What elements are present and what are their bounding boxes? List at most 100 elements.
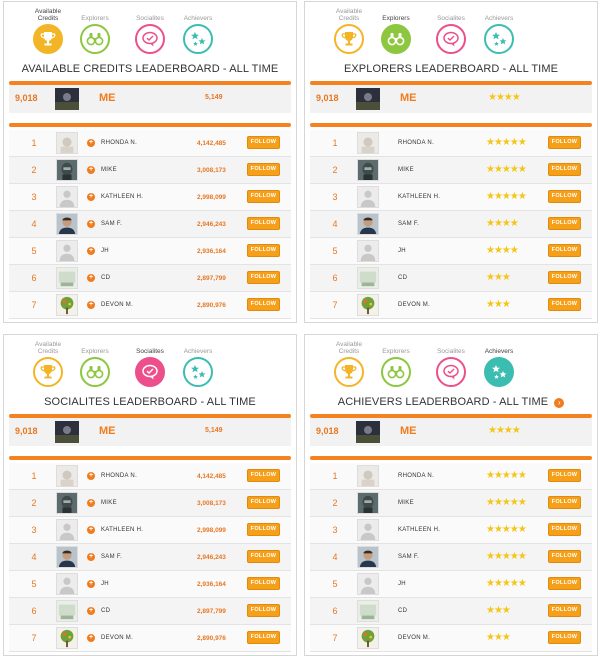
avatar[interactable] — [357, 240, 379, 262]
user-name[interactable]: SAM F. — [398, 221, 419, 227]
avatar[interactable] — [56, 213, 78, 235]
user-name[interactable]: SAM F. — [101, 221, 122, 227]
user-name[interactable]: CD — [398, 275, 407, 281]
user-name[interactable]: KATHLEEN H. — [101, 527, 143, 533]
follow-button[interactable]: FOLLOW — [247, 136, 280, 149]
avatar[interactable] — [56, 465, 78, 487]
add-friend-icon[interactable]: + — [87, 220, 95, 228]
avatar[interactable] — [56, 573, 78, 595]
avatar[interactable] — [56, 267, 78, 289]
follow-button[interactable]: FOLLOW — [548, 163, 581, 176]
tab-trophy[interactable]: Available Credits — [26, 339, 70, 391]
avatar[interactable] — [56, 159, 78, 181]
add-friend-icon[interactable]: + — [87, 607, 95, 615]
user-name[interactable]: RHONDA N. — [101, 140, 137, 146]
avatar[interactable] — [357, 132, 379, 154]
user-name[interactable]: DEVON M. — [398, 302, 430, 308]
avatar[interactable] — [56, 627, 78, 649]
avatar[interactable] — [357, 186, 379, 208]
add-friend-icon[interactable]: + — [87, 472, 95, 480]
tab-speech-bubble[interactable]: Socialites — [128, 6, 172, 58]
tab-stars[interactable]: Achievers — [176, 339, 220, 391]
add-friend-icon[interactable]: + — [87, 247, 95, 255]
user-name[interactable]: KATHLEEN H. — [398, 527, 440, 533]
add-friend-icon[interactable]: + — [87, 193, 95, 201]
user-name[interactable]: MIKE — [398, 167, 414, 173]
user-name[interactable]: SAM F. — [398, 554, 419, 560]
follow-button[interactable]: FOLLOW — [548, 577, 581, 590]
user-name[interactable]: MIKE — [101, 500, 117, 506]
user-name[interactable]: JH — [398, 248, 406, 254]
follow-button[interactable]: FOLLOW — [247, 190, 280, 203]
user-name[interactable]: KATHLEEN H. — [398, 194, 440, 200]
avatar[interactable] — [357, 573, 379, 595]
user-name[interactable]: DEVON M. — [101, 302, 133, 308]
follow-button[interactable]: FOLLOW — [548, 631, 581, 644]
tab-binoculars[interactable]: Explorers — [73, 6, 117, 58]
tab-binoculars[interactable]: Explorers — [374, 339, 418, 391]
add-friend-icon[interactable]: + — [87, 301, 95, 309]
follow-button[interactable]: FOLLOW — [247, 577, 280, 590]
next-arrow-icon[interactable]: › — [554, 398, 565, 408]
user-name[interactable]: CD — [398, 608, 407, 614]
follow-button[interactable]: FOLLOW — [247, 298, 280, 311]
avatar[interactable] — [357, 519, 379, 541]
tab-stars[interactable]: Achievers — [176, 6, 220, 58]
user-name[interactable]: MIKE — [398, 500, 414, 506]
avatar[interactable] — [357, 267, 379, 289]
follow-button[interactable]: FOLLOW — [548, 217, 581, 230]
follow-button[interactable]: FOLLOW — [247, 550, 280, 563]
add-friend-icon[interactable]: + — [87, 499, 95, 507]
tab-stars[interactable]: Achievers — [477, 339, 521, 391]
follow-button[interactable]: FOLLOW — [247, 469, 280, 482]
add-friend-icon[interactable]: + — [87, 139, 95, 147]
avatar[interactable] — [56, 519, 78, 541]
tab-speech-bubble[interactable]: Socialites — [128, 339, 172, 391]
user-name[interactable]: JH — [101, 248, 109, 254]
tab-binoculars[interactable]: Explorers — [374, 6, 418, 58]
tab-stars[interactable]: Achievers — [477, 6, 521, 58]
add-friend-icon[interactable]: + — [87, 634, 95, 642]
follow-button[interactable]: FOLLOW — [548, 190, 581, 203]
avatar[interactable] — [56, 294, 78, 316]
follow-button[interactable]: FOLLOW — [548, 298, 581, 311]
add-friend-icon[interactable]: + — [87, 166, 95, 174]
tab-binoculars[interactable]: Explorers — [73, 339, 117, 391]
follow-button[interactable]: FOLLOW — [548, 496, 581, 509]
avatar[interactable] — [56, 186, 78, 208]
user-name[interactable]: RHONDA N. — [398, 140, 434, 146]
follow-button[interactable]: FOLLOW — [247, 631, 280, 644]
tab-trophy[interactable]: Available Credits — [26, 6, 70, 58]
avatar[interactable] — [357, 465, 379, 487]
add-friend-icon[interactable]: + — [87, 526, 95, 534]
user-name[interactable]: RHONDA N. — [101, 473, 137, 479]
user-name[interactable]: JH — [398, 581, 406, 587]
follow-button[interactable]: FOLLOW — [548, 604, 581, 617]
follow-button[interactable]: FOLLOW — [247, 271, 280, 284]
follow-button[interactable]: FOLLOW — [548, 244, 581, 257]
avatar[interactable] — [56, 132, 78, 154]
follow-button[interactable]: FOLLOW — [548, 469, 581, 482]
add-friend-icon[interactable]: + — [87, 553, 95, 561]
follow-button[interactable]: FOLLOW — [548, 136, 581, 149]
avatar[interactable] — [357, 546, 379, 568]
user-name[interactable]: MIKE — [101, 167, 117, 173]
follow-button[interactable]: FOLLOW — [247, 496, 280, 509]
avatar[interactable] — [357, 627, 379, 649]
user-name[interactable]: SAM F. — [101, 554, 122, 560]
follow-button[interactable]: FOLLOW — [247, 523, 280, 536]
user-name[interactable]: DEVON M. — [101, 635, 133, 641]
user-name[interactable]: CD — [101, 275, 110, 281]
follow-button[interactable]: FOLLOW — [548, 550, 581, 563]
avatar[interactable] — [56, 240, 78, 262]
follow-button[interactable]: FOLLOW — [247, 217, 280, 230]
tab-speech-bubble[interactable]: Socialites — [429, 339, 473, 391]
avatar[interactable] — [357, 492, 379, 514]
avatar[interactable] — [357, 213, 379, 235]
follow-button[interactable]: FOLLOW — [247, 244, 280, 257]
tab-speech-bubble[interactable]: Socialites — [429, 6, 473, 58]
avatar[interactable] — [56, 600, 78, 622]
tab-trophy[interactable]: Available Credits — [327, 6, 371, 58]
user-name[interactable]: RHONDA N. — [398, 473, 434, 479]
follow-button[interactable]: FOLLOW — [548, 271, 581, 284]
